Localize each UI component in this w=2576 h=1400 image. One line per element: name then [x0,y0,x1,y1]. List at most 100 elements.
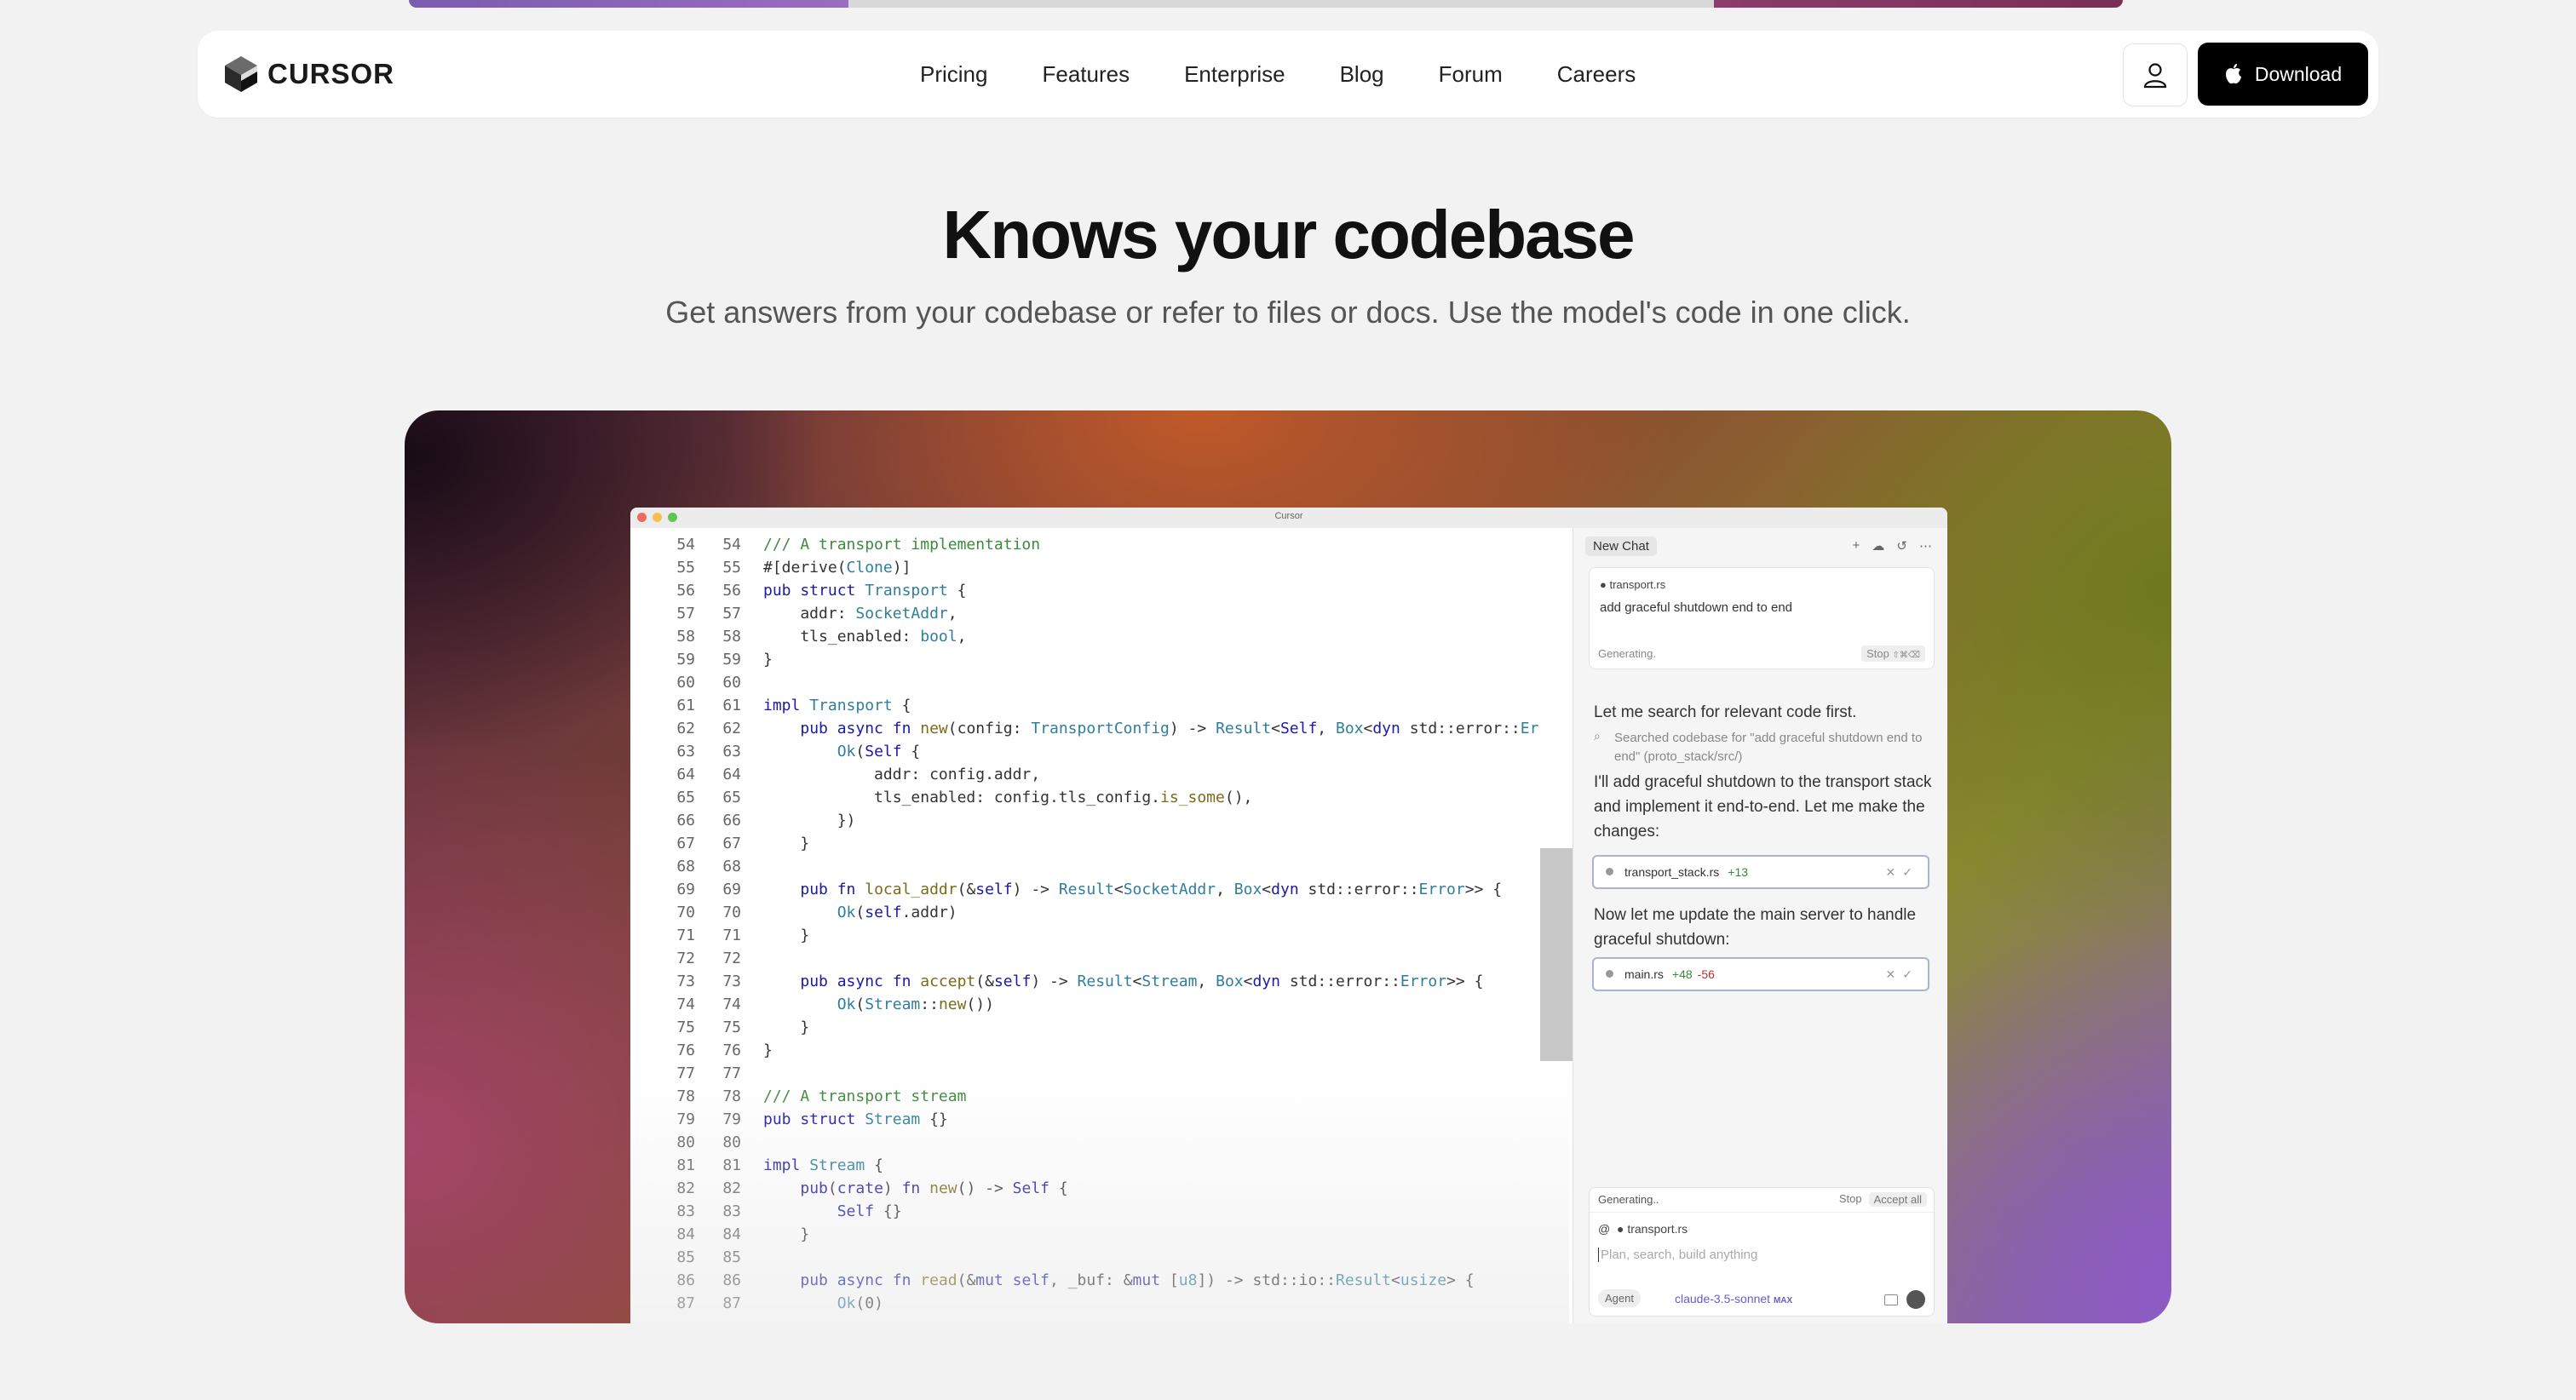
image-icon[interactable] [1884,1294,1898,1305]
file-actions[interactable]: ✕✓ [1886,865,1919,880]
code-line[interactable]: 72 72 [630,947,1569,970]
accept-all-button[interactable]: Accept all [1868,1192,1927,1207]
history-icon[interactable]: ↺ [1896,538,1907,554]
stop-button[interactable]: Stop ⇧⌘⌫ [1861,645,1925,662]
code-line[interactable]: 87 87 Ok(0) [630,1292,1569,1315]
model-badge: MAX [1773,1296,1793,1305]
file-change-card[interactable]: main.rs +48 -56 ✕✓ [1592,957,1929,991]
line-number: 85 [676,1248,695,1266]
code-line[interactable]: 77 77 [630,1062,1569,1085]
code-line[interactable]: 84 84 } [630,1223,1569,1246]
code-line[interactable]: 60 60 [630,671,1569,694]
code-line[interactable]: 78 78 /// A transport stream [630,1085,1569,1108]
code-line[interactable]: 66 66 }) [630,809,1569,832]
code-line[interactable]: 57 57 addr: SocketAddr, [630,602,1569,625]
code-line[interactable]: 59 59} [630,648,1569,671]
code-text: /// A transport implementation [763,536,1041,554]
stop-button[interactable]: Stop [1839,1192,1862,1207]
code-text: pub async fn read(&mut self, _buf: &mut … [800,1271,1475,1289]
line-number: 76 [722,1041,741,1059]
model-selector[interactable]: claude-3.5-sonnet MAX [1675,1292,1792,1305]
code-line[interactable]: 82 82 pub(crate) fn new() -> Self { [630,1177,1569,1200]
code-line[interactable]: 73 73 pub async fn accept(&self) -> Resul… [630,970,1569,993]
line-number: 82 [676,1179,695,1197]
code-line[interactable]: 74 74 Ok(Stream::new()) [630,993,1569,1016]
code-line[interactable]: 85 85 [630,1246,1569,1269]
nav-link-features[interactable]: Features [1042,61,1130,88]
chat-toolbar: + ☁ ↺ ⋯ [1853,538,1932,554]
code-text: tls_enabled: config.tls_config.is_some()… [763,789,1253,806]
logo[interactable]: CURSOR [223,55,394,94]
code-line[interactable]: 63 63 Ok(Self { [630,740,1569,763]
file-status-icon [1606,970,1613,978]
attached-file-chip[interactable]: @ ● transport.rs [1598,1222,1688,1236]
code-line[interactable]: 69 69 pub fn local_addr(&self) -> Result<… [630,878,1569,901]
code-line[interactable]: 65 65 tls_enabled: config.tls_config.is_s… [630,786,1569,809]
line-number: 77 [722,1064,741,1082]
line-number: 74 [676,995,695,1013]
mode-selector[interactable]: Agent [1598,1289,1641,1307]
code-line[interactable]: 68 68 [630,855,1569,878]
code-line[interactable]: 67 67 } [630,832,1569,855]
code-line[interactable]: 71 71 } [630,924,1569,947]
code-line[interactable]: 80 80 [630,1131,1569,1154]
line-number: 80 [722,1133,741,1151]
code-line[interactable]: 75 75 } [630,1016,1569,1039]
code-line[interactable]: 64 64 addr: config.addr, [630,763,1569,786]
code-text: Ok(Self { [837,743,921,760]
code-line[interactable]: 76 76} [630,1039,1569,1062]
file-actions[interactable]: ✕✓ [1886,967,1919,982]
plus-icon[interactable]: + [1853,538,1860,554]
nav-link-enterprise[interactable]: Enterprise [1184,61,1285,88]
download-button[interactable]: Download [2198,43,2368,106]
line-number: 80 [676,1133,695,1151]
line-number: 55 [676,559,695,577]
line-number: 65 [722,789,741,806]
nav-links: Pricing Features Enterprise Blog Forum C… [920,31,1636,118]
user-icon [2143,63,2167,89]
code-line[interactable]: 58 58 tls_enabled: bool, [630,625,1569,648]
code-line[interactable]: 61 61 impl Transport { [630,694,1569,717]
code-text: } [763,651,773,668]
line-number: 56 [722,582,741,600]
generating-bar: Generating.. Stop Accept all [1590,1188,1934,1213]
code-line[interactable]: 86 86 pub async fn read(&mut self, _buf: … [630,1269,1569,1292]
file-change-card[interactable]: transport_stack.rs +13 ✕✓ [1592,855,1929,889]
attached-file-name: transport.rs [1627,1222,1688,1236]
nav-link-pricing[interactable]: Pricing [920,61,987,88]
assistant-message-3: Now let me update the main server to han… [1594,906,1917,949]
new-chat-tab[interactable]: New Chat [1585,536,1657,556]
code-line[interactable]: 62 62 pub async fn new(config: TransportC… [630,717,1569,740]
code-line[interactable]: 54 54 /// A transport implementation [630,533,1569,556]
line-number: 61 [676,697,695,714]
context-file-name: transport.rs [1609,578,1666,591]
chat-panel: New Chat + ☁ ↺ ⋯ ● transport.rs add grac… [1573,528,1947,1323]
line-number: 57 [676,605,695,623]
line-number: 62 [676,720,695,737]
nav-link-careers[interactable]: Careers [1557,61,1636,88]
chat-input[interactable]: Plan, search, build anything [1598,1248,1757,1262]
line-number: 69 [722,881,741,898]
code-line[interactable]: 70 70 Ok(self.addr) [630,901,1569,924]
line-number: 71 [722,927,741,944]
code-line[interactable]: 55 55 #[derive(Clone)] [630,556,1569,579]
cloud-icon[interactable]: ☁ [1872,538,1884,554]
code-line[interactable]: 56 56 pub struct Transport { [630,579,1569,602]
send-button[interactable] [1906,1290,1925,1309]
line-number: 70 [676,904,695,921]
line-number: 60 [676,674,695,691]
account-button[interactable] [2123,43,2188,106]
line-number: 81 [676,1156,695,1174]
code-line[interactable]: 81 81 impl Stream { [630,1154,1569,1177]
line-number: 72 [722,950,741,967]
code-line[interactable]: 83 83 Self {} [630,1200,1569,1223]
context-chip[interactable]: ● transport.rs [1600,578,1665,591]
more-icon[interactable]: ⋯ [1919,538,1932,554]
code-line[interactable]: 79 79 pub struct Stream {} [630,1108,1569,1131]
nav-link-forum[interactable]: Forum [1439,61,1503,88]
line-number: 57 [722,605,741,623]
code-editor[interactable]: 54 54 /// A transport implementation 55 55 #[… [630,528,1573,1323]
search-note: Searched codebase for "add graceful shut… [1614,731,1923,764]
nav-link-blog[interactable]: Blog [1340,61,1384,88]
code-text: impl Transport { [763,697,911,714]
